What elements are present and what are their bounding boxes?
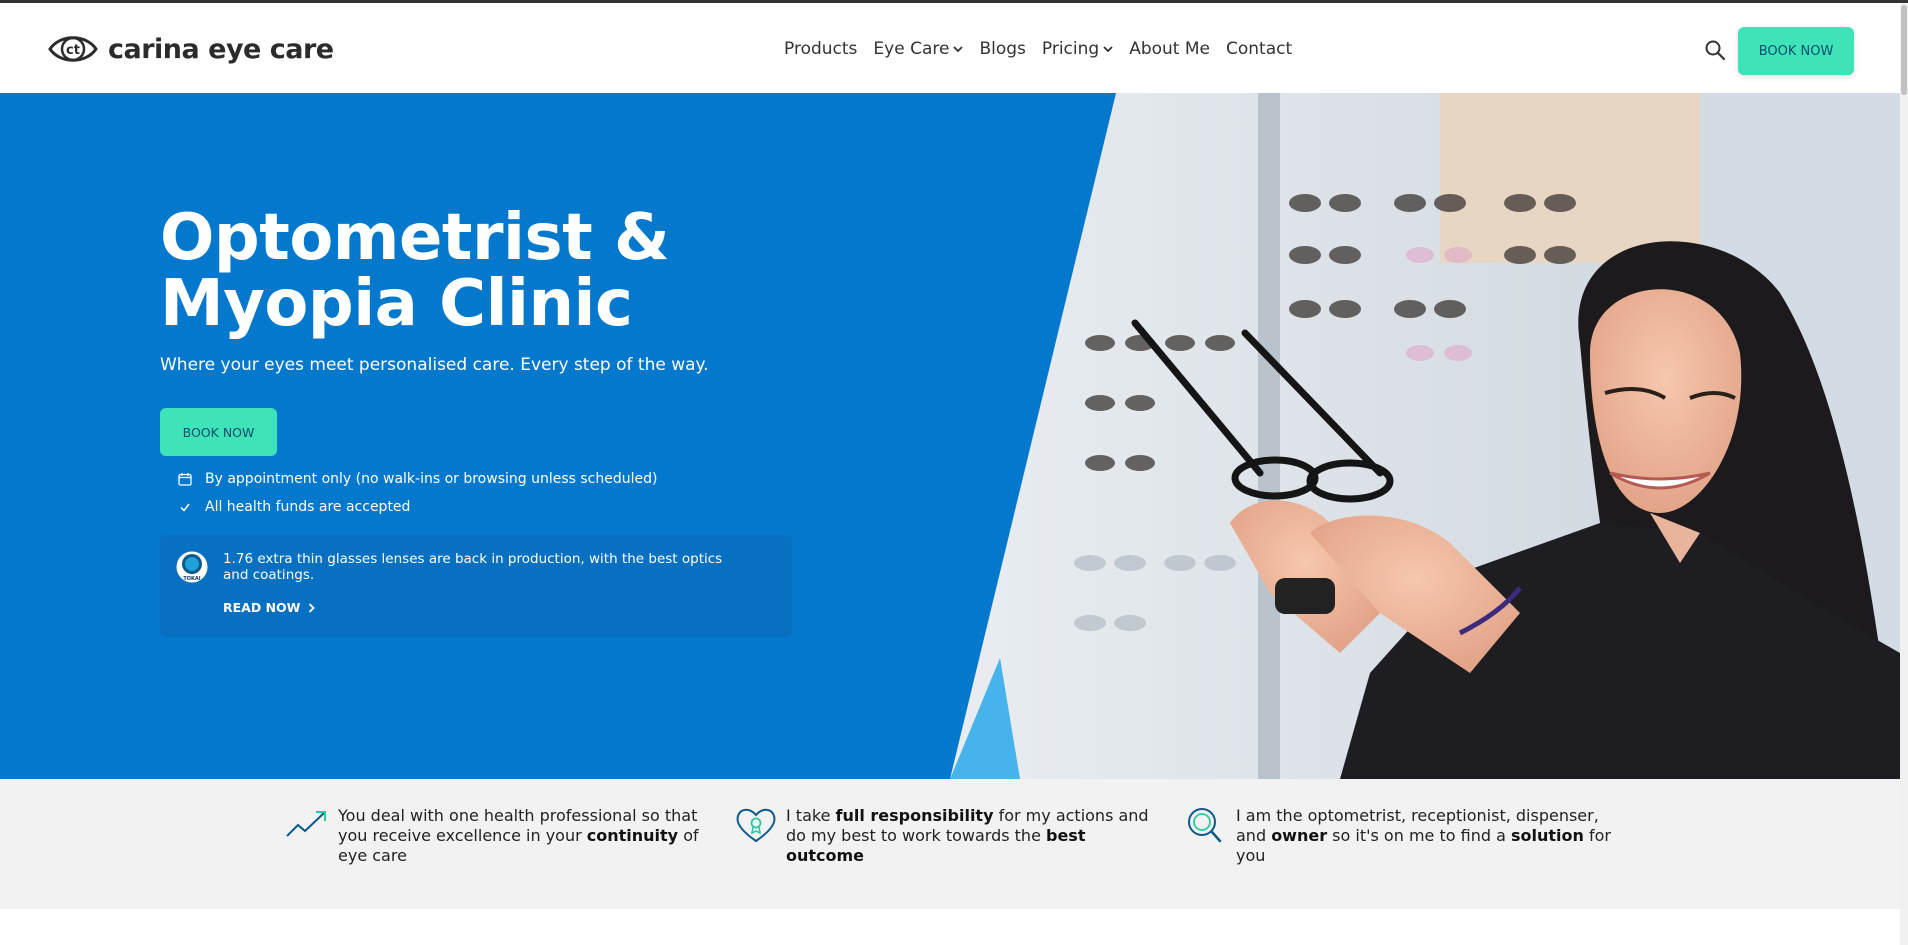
hero-blue-panel — [0, 93, 1116, 779]
value-text-bold: continuity — [586, 826, 679, 845]
value-ownership: I am the optometrist, receptionist, disp… — [1184, 806, 1614, 866]
tokai-logo-icon: TOKAI — [176, 551, 208, 583]
read-now-label: READ NOW — [223, 600, 301, 615]
hero-section: Optometrist & Myopia Clinic Where your e… — [0, 93, 1900, 779]
site-header: ct carina eye care Products Eye Care Blo… — [0, 3, 1900, 93]
brand-logo[interactable]: ct carina eye care — [48, 31, 334, 67]
feature-health-funds: All health funds are accepted — [178, 499, 410, 515]
value-text-bold: solution — [1510, 826, 1584, 845]
scrollbar-thumb[interactable] — [1901, 5, 1907, 95]
nav-label: Eye Care — [873, 39, 950, 59]
value-responsibility: I take full responsibility for my action… — [734, 806, 1164, 866]
calendar-icon — [178, 473, 192, 486]
book-now-header-button[interactable]: BOOK NOW — [1738, 27, 1854, 75]
value-text-bold: full responsibility — [835, 806, 994, 825]
feature-appointment: By appointment only (no walk-ins or brow… — [178, 471, 657, 487]
nav-item-about-me[interactable]: About Me — [1129, 39, 1210, 59]
chevron-down-icon — [953, 45, 964, 52]
title-line-1: Optometrist & — [160, 201, 670, 275]
tokai-logo-text: TOKAI — [183, 576, 200, 582]
value-text: I take full responsibility for my action… — [786, 806, 1164, 866]
value-text: I am the optometrist, receptionist, disp… — [1236, 806, 1614, 866]
title-line-2: Myopia Clinic — [160, 267, 633, 341]
main-nav: Products Eye Care Blogs Pricing About Me… — [784, 39, 1308, 59]
check-icon — [180, 503, 190, 512]
nav-item-products[interactable]: Products — [784, 39, 857, 59]
value-text: You deal with one health professional so… — [338, 806, 719, 866]
value-continuity: You deal with one health professional so… — [284, 806, 719, 866]
eye-logo-icon: ct — [48, 36, 98, 62]
nav-item-eye-care[interactable]: Eye Care — [873, 39, 964, 59]
hero-subtitle: Where your eyes meet personalised care. … — [160, 355, 709, 375]
nav-item-contact[interactable]: Contact — [1226, 39, 1292, 59]
value-text-part: I take — [786, 806, 836, 825]
values-strip: You deal with one health professional so… — [0, 779, 1900, 909]
book-now-hero-button[interactable]: BOOK NOW — [160, 408, 277, 456]
trend-up-icon — [286, 811, 326, 837]
value-text-part: so it's on me to find a — [1327, 826, 1511, 845]
page-title: Optometrist & Myopia Clinic — [160, 205, 800, 337]
feature-text: By appointment only (no walk-ins or brow… — [205, 471, 658, 487]
nav-item-blogs[interactable]: Blogs — [979, 39, 1025, 59]
brand-name: carina eye care — [108, 33, 334, 65]
nav-label: Blogs — [979, 39, 1026, 59]
page-scrollbar[interactable] — [1900, 3, 1908, 945]
nav-label: Pricing — [1041, 39, 1100, 59]
read-now-link[interactable]: READ NOW — [223, 600, 316, 615]
nav-label: About Me — [1129, 39, 1210, 59]
logo-mark-text: ct — [66, 43, 80, 58]
feature-text: All health funds are accepted — [205, 499, 411, 515]
nav-label: Products — [784, 39, 858, 59]
nav-item-pricing[interactable]: Pricing — [1042, 39, 1113, 59]
heart-award-icon — [736, 808, 776, 843]
nav-label: Contact — [1225, 39, 1293, 59]
news-card: TOKAI 1.76 extra thin glasses lenses are… — [160, 535, 792, 637]
chevron-down-icon — [1103, 45, 1113, 52]
search-icon[interactable] — [1704, 39, 1726, 61]
news-text: 1.76 extra thin glasses lenses are back … — [223, 551, 723, 583]
magnifier-icon — [1188, 808, 1222, 843]
value-text-bold: owner — [1271, 826, 1328, 845]
chevron-right-icon — [309, 602, 316, 613]
